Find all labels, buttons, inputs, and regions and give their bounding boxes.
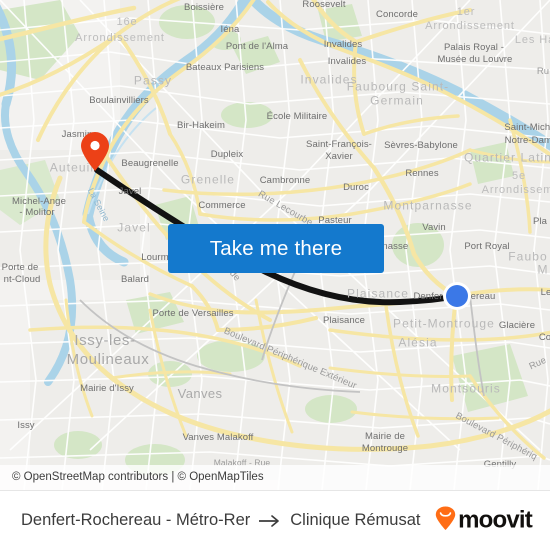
route-origin-label: Denfert-Rochereau - Métro-Rer [21, 511, 251, 529]
moovit-wordmark: moovit [458, 506, 533, 534]
moovit-logo[interactable]: moovit [435, 506, 533, 535]
attribution-tiles[interactable]: © OpenMapTiles [178, 471, 264, 483]
moovit-map-screen: Boissière Roosevelt Concorde 1er Arrondissem… [0, 0, 550, 550]
origin-pin-marker[interactable] [80, 132, 110, 172]
destination-dot-marker[interactable] [442, 281, 472, 311]
route-footer-bar: Denfert-Rochereau - Métro-Rer Clinique R… [0, 490, 550, 550]
arrow-right-icon [258, 514, 282, 528]
route-summary: Denfert-Rochereau - Métro-Rer Clinique R… [21, 511, 420, 530]
attribution-osm[interactable]: © OpenStreetMap contributors [12, 471, 168, 483]
route-destination-label: Clinique Rémusat [290, 511, 421, 529]
moovit-pin-icon [435, 506, 456, 535]
map-attribution: © OpenStreetMap contributors | © OpenMap… [0, 464, 550, 490]
attribution-separator: | [171, 470, 175, 483]
take-me-there-button[interactable]: Take me there [168, 224, 384, 273]
map-canvas[interactable]: Boissière Roosevelt Concorde 1er Arrondissem… [0, 0, 550, 490]
